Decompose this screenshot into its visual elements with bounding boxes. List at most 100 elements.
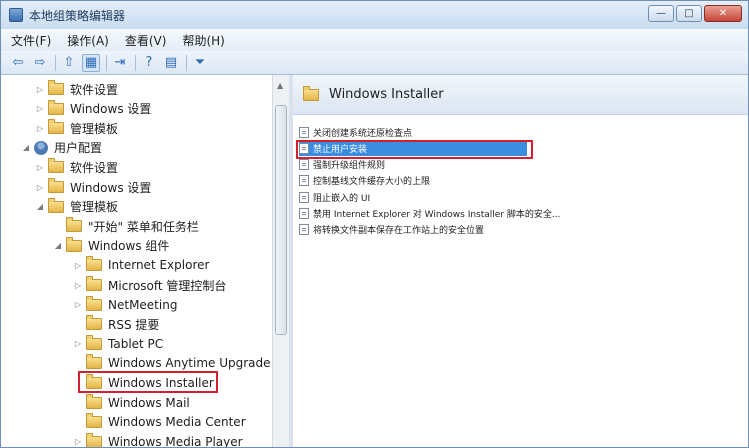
tree-item-label: Windows Anytime Upgrade [108, 356, 271, 371]
collapsed-arrow-icon[interactable]: ▷ [73, 437, 83, 446]
tree-item[interactable]: "开始" 菜单和任务栏 [53, 216, 199, 236]
tree-item-label: Microsoft 管理控制台 [108, 278, 227, 293]
policy-highlight-outline [296, 140, 533, 159]
toolbar-separator [135, 54, 136, 71]
show-hide-tree-icon[interactable]: ▦ [82, 53, 100, 72]
back-arrow-icon[interactable]: ⇦ [9, 54, 27, 72]
menu-view[interactable]: 查看(V) [125, 32, 167, 49]
up-folder-icon[interactable]: ⇧ [60, 54, 78, 72]
tree-item-label: 软件设置 [70, 82, 119, 97]
policy-setting-icon [299, 191, 309, 203]
scroll-up-arrow-icon[interactable]: ▲ [277, 81, 283, 90]
tree-item[interactable]: ▷ Internet Explorer [73, 255, 209, 275]
tree-item-label: RSS 提要 [108, 317, 160, 332]
policy-item[interactable]: 阻止嵌入的 UI [299, 189, 370, 205]
folder-icon [86, 315, 102, 331]
tree-highlight-outline [78, 371, 218, 393]
folder-icon [86, 256, 102, 272]
policy-item[interactable]: 禁用 Internet Explorer 对 Windows Installer… [299, 206, 560, 222]
title-bar[interactable]: 本地组策略编辑器 — □ ✕ [1, 1, 748, 29]
minimize-button[interactable]: — [648, 5, 674, 22]
policy-label: 阻止嵌入的 UI [313, 193, 371, 204]
collapsed-arrow-icon[interactable]: ▷ [35, 163, 45, 172]
gpedit-window: 本地组策略编辑器 — □ ✕ 文件(F) 操作(A) 查看(V) 帮助(H) ⇦… [0, 0, 749, 448]
tree-item-label: "开始" 菜单和任务栏 [88, 219, 199, 234]
policy-item[interactable]: 将转换文件副本保存在工作站上的安全位置 [299, 222, 484, 238]
collapsed-arrow-icon[interactable]: ▷ [73, 261, 83, 270]
tree-item[interactable]: ▷ Windows 设置 [35, 177, 151, 197]
expanded-arrow-icon[interactable]: ◢ [21, 143, 31, 152]
close-button[interactable]: ✕ [704, 5, 742, 22]
toolbar: ⇦ ⇨ ⇧ ▦ ⇥ ? ▤ ⏷ [1, 51, 748, 75]
tree-item[interactable]: ▷ Windows 设置 [35, 99, 151, 119]
folder-icon [86, 276, 102, 291]
tree-item[interactable]: Windows Mail [73, 393, 190, 413]
tree-item[interactable]: ▷ 软件设置 [35, 79, 118, 99]
collapsed-arrow-icon[interactable]: ▷ [73, 300, 83, 309]
policy-item[interactable]: 控制基线文件缓存大小的上限 [299, 173, 430, 189]
folder-icon [48, 158, 64, 174]
tree-scrollbar[interactable]: ▲ [272, 75, 289, 447]
tree-item[interactable]: ▷ 软件设置 [35, 157, 118, 177]
gpedit-app-icon [9, 8, 23, 22]
folder-icon [86, 432, 102, 447]
policy-item[interactable]: 关闭创建系统还原检查点 [299, 124, 412, 140]
toolbar-separator [106, 54, 107, 71]
help-icon[interactable]: ? [140, 54, 158, 72]
collapsed-arrow-icon[interactable]: ▷ [35, 183, 45, 192]
scrollbar-thumb[interactable] [275, 105, 287, 335]
menu-help[interactable]: 帮助(H) [182, 32, 224, 49]
toolbar-separator [186, 54, 187, 71]
properties-icon[interactable]: ▤ [162, 54, 180, 72]
folder-icon [86, 334, 102, 350]
tree-item[interactable]: ▷ 管理模板 [35, 118, 118, 138]
folder-icon [86, 354, 102, 370]
folder-icon [303, 85, 319, 101]
folder-icon [48, 178, 64, 193]
export-list-icon[interactable]: ⇥ [111, 54, 129, 72]
tree-item[interactable]: ▷ Tablet PC [73, 334, 163, 354]
policy-label: 强制升级组件规则 [313, 161, 386, 172]
tree-item[interactable]: RSS 提要 [73, 314, 159, 334]
window-controls: — □ ✕ [648, 5, 742, 22]
menu-file[interactable]: 文件(F) [11, 32, 51, 49]
tree-item-label: Windows Mail [108, 395, 190, 410]
tree-item[interactable]: ▷ NetMeeting [73, 295, 177, 315]
expanded-arrow-icon[interactable]: ◢ [35, 202, 45, 211]
policy-setting-icon [299, 159, 309, 171]
collapsed-arrow-icon[interactable]: ▷ [35, 124, 45, 133]
tree-item[interactable]: Windows Media Center [73, 412, 246, 432]
tree-item[interactable]: ◢ Windows 组件 [53, 236, 169, 256]
tree-item[interactable]: ◢ 用户配置 [21, 138, 102, 158]
filter-icon[interactable]: ⏷ [191, 54, 209, 72]
collapsed-arrow-icon[interactable]: ▷ [73, 339, 83, 348]
collapsed-arrow-icon[interactable]: ▷ [35, 85, 45, 94]
tree-item[interactable]: ▷ Microsoft 管理控制台 [73, 275, 226, 295]
tree-item-label: Windows Media Player [108, 434, 243, 448]
details-header-title: Windows Installer [329, 87, 444, 102]
tree-item[interactable]: ◢ 管理模板 [35, 197, 118, 217]
toolbar-separator [55, 54, 56, 71]
folder-icon [86, 413, 102, 429]
maximize-button[interactable]: □ [676, 5, 702, 22]
folder-icon [48, 99, 64, 115]
policy-setting-icon [299, 208, 309, 219]
collapsed-arrow-icon[interactable]: ▷ [35, 104, 45, 113]
forward-arrow-icon[interactable]: ⇨ [31, 54, 49, 72]
policy-setting-icon [299, 224, 309, 236]
navigation-tree: ▷ 软件设置 ▷ Windows 设置 ▷ 管理模板 ◢ 用户配置 ▷ 软件设置 ▷ Windows … [9, 75, 283, 448]
tree-item-label: 管理模板 [70, 121, 119, 136]
policy-setting-icon [299, 175, 309, 187]
menu-bar: 文件(F) 操作(A) 查看(V) 帮助(H) [1, 29, 748, 51]
tree-item[interactable]: ▷ Windows Media Player [73, 432, 243, 448]
policy-label: 关闭创建系统还原检查点 [313, 128, 413, 139]
tree-item-label: Windows 组件 [88, 239, 170, 254]
policy-setting-icon [299, 126, 309, 138]
menu-action[interactable]: 操作(A) [67, 32, 109, 49]
policy-label: 控制基线文件缓存大小的上限 [313, 177, 431, 188]
expanded-arrow-icon[interactable]: ◢ [53, 241, 63, 250]
tree-item-label: Internet Explorer [108, 258, 210, 273]
folder-icon [48, 119, 64, 135]
collapsed-arrow-icon[interactable]: ▷ [73, 281, 83, 290]
tree-item-label: Tablet PC [108, 336, 164, 351]
